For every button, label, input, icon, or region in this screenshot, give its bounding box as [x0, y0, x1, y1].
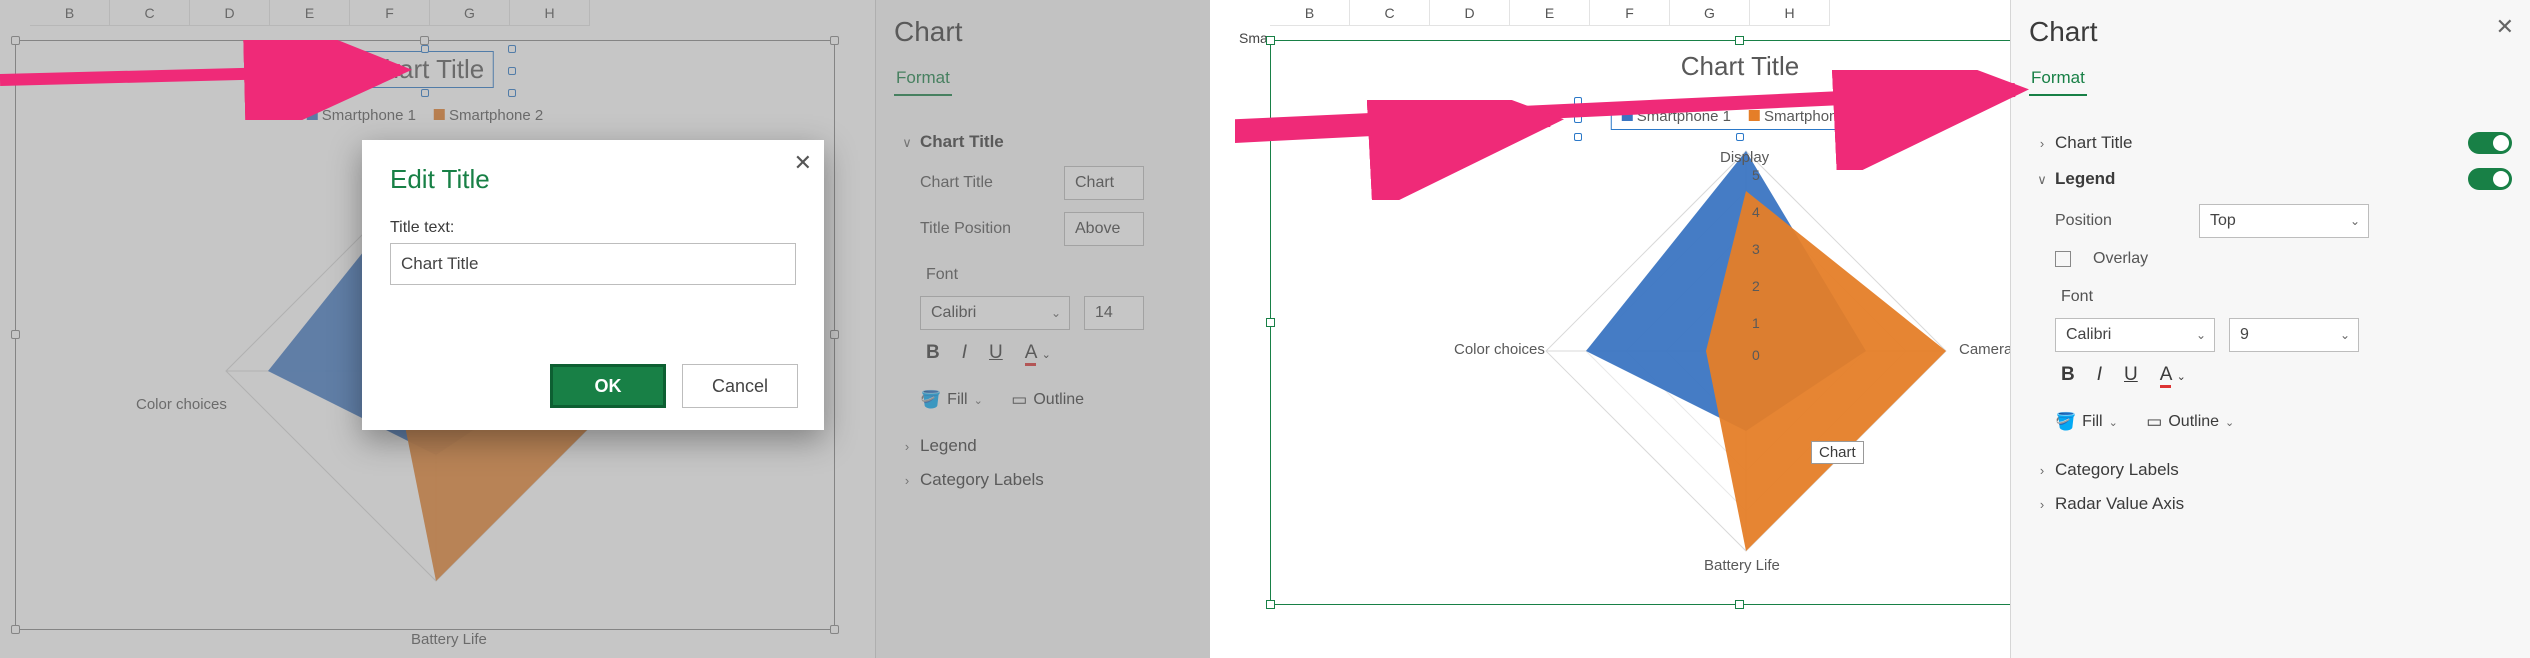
col-H: H — [510, 0, 590, 26]
col-B: B — [30, 0, 110, 26]
tick-2: 2 — [1752, 278, 1760, 294]
format-tab[interactable]: Format — [2029, 62, 2087, 96]
section-chart-title[interactable]: Chart Title — [2055, 133, 2132, 152]
axis-bottom: Battery Life — [1704, 557, 1780, 574]
tick-1: 1 — [1752, 315, 1760, 331]
close-icon[interactable]: ✕ — [794, 150, 812, 176]
position-select[interactable]: Top⌄ — [2199, 204, 2369, 238]
section-category-labels[interactable]: Category Labels — [920, 470, 1044, 489]
font-color-button[interactable]: A ⌄ — [2160, 364, 2186, 386]
callout-arrow-left — [0, 40, 440, 120]
font-name-select[interactable]: Calibri⌄ — [2055, 318, 2215, 352]
column-headers-right: B C D E F G H — [1270, 0, 1830, 26]
outline-icon: ▭ — [1011, 390, 1027, 410]
axis-right: Camera — [1959, 341, 2012, 358]
cancel-button[interactable]: Cancel — [682, 364, 798, 408]
section-legend[interactable]: Legend — [920, 436, 977, 455]
col-D: D — [1430, 0, 1510, 26]
position-label: Position — [2055, 212, 2185, 230]
col-F: F — [350, 0, 430, 26]
cell-text: Sma — [1239, 30, 1268, 46]
tick-4: 4 — [1752, 204, 1760, 220]
chart-title-toggle[interactable] — [2468, 132, 2512, 154]
title-text-input[interactable] — [390, 243, 796, 285]
edit-title-dialog[interactable]: ✕ Edit Title Title text: OK Cancel — [362, 140, 824, 430]
section-category-labels[interactable]: Category Labels — [2055, 460, 2179, 479]
fill-dropdown[interactable]: 🪣Fill⌄ — [2055, 412, 2118, 432]
chart-format-panel-right[interactable]: ✕ Chart Format ›Chart Title ∨Legend Posi… — [2010, 0, 2530, 658]
col-G: G — [1670, 0, 1750, 26]
col-E: E — [1510, 0, 1590, 26]
fill-dropdown[interactable]: 🪣Fill⌄ — [920, 390, 983, 410]
paint-bucket-icon: 🪣 — [920, 390, 941, 410]
bold-button[interactable]: B — [926, 342, 940, 364]
outline-dropdown[interactable]: ▭Outline⌄ — [2146, 412, 2234, 432]
section-radar-value-axis[interactable]: Radar Value Axis — [2055, 494, 2184, 513]
axis-bottom: Battery Life — [411, 631, 487, 648]
col-C: C — [110, 0, 190, 26]
panel-title: Chart — [894, 16, 1192, 48]
overlay-checkbox[interactable] — [2055, 251, 2071, 267]
section-legend[interactable]: Legend — [2055, 169, 2115, 188]
bold-button[interactable]: B — [2061, 364, 2075, 386]
font-size-select[interactable]: 14 — [1084, 296, 1144, 330]
tick-3: 3 — [1752, 241, 1760, 257]
panel-title: Chart — [2029, 16, 2512, 48]
font-section: Font — [2061, 288, 2512, 306]
col-F: F — [1590, 0, 1670, 26]
underline-button[interactable]: U — [2124, 364, 2138, 386]
paint-bucket-icon: 🪣 — [2055, 412, 2076, 432]
col-C: C — [1350, 0, 1430, 26]
col-E: E — [270, 0, 350, 26]
chart-format-panel-left[interactable]: Chart Format ∨Chart Title Chart Title Ch… — [875, 0, 1210, 658]
legend-toggle[interactable] — [2468, 168, 2512, 190]
callout-arrow-right-legend — [1235, 100, 1575, 200]
column-headers-left: B C D E F G H — [30, 0, 590, 26]
title-position-select[interactable]: Above — [1064, 212, 1144, 246]
font-section: Font — [926, 266, 1192, 284]
col-H: H — [1750, 0, 1830, 26]
italic-button[interactable]: I — [2097, 364, 2102, 386]
col-G: G — [430, 0, 510, 26]
italic-button[interactable]: I — [962, 342, 967, 364]
title-text-label: Title text: — [390, 219, 796, 237]
axis-left: Color choices — [136, 396, 227, 413]
font-color-button[interactable]: A ⌄ — [1025, 342, 1051, 364]
ok-button[interactable]: OK — [550, 364, 666, 408]
outline-icon: ▭ — [2146, 412, 2162, 432]
section-chart-title[interactable]: Chart Title — [920, 132, 1004, 151]
title-position-label: Title Position — [920, 220, 1050, 238]
title-value-input[interactable]: Chart — [1064, 166, 1144, 200]
chart-tooltip: Chart — [1811, 441, 1864, 464]
overlay-label: Overlay — [2093, 250, 2148, 268]
underline-button[interactable]: U — [989, 342, 1003, 364]
dialog-title: Edit Title — [390, 164, 796, 195]
close-icon[interactable]: ✕ — [2496, 14, 2514, 40]
font-size-select[interactable]: 9⌄ — [2229, 318, 2359, 352]
axis-left: Color choices — [1454, 341, 1545, 358]
title-label: Chart Title — [920, 174, 1050, 192]
col-B: B — [1270, 0, 1350, 26]
col-D: D — [190, 0, 270, 26]
format-tab[interactable]: Format — [894, 62, 952, 96]
font-name-select[interactable]: Calibri⌄ — [920, 296, 1070, 330]
tick-0: 0 — [1752, 347, 1760, 363]
outline-dropdown[interactable]: ▭Outline — [1011, 390, 1084, 410]
